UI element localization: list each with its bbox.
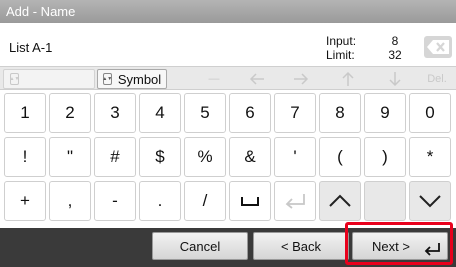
- key-apostrophe[interactable]: ': [274, 137, 316, 177]
- limit-value: 32: [388, 48, 402, 62]
- input-area: List A-1 Input: 8 Limit: 32: [0, 23, 456, 65]
- key-8[interactable]: 8: [319, 93, 361, 133]
- key-caret-down[interactable]: [409, 181, 451, 221]
- key-percent[interactable]: %: [184, 137, 226, 177]
- key-4[interactable]: 4: [139, 93, 181, 133]
- delete-label: Del.: [427, 73, 447, 85]
- key-left-paren[interactable]: (: [319, 137, 361, 177]
- cursor-up-button[interactable]: [333, 69, 363, 89]
- key-double-quote[interactable]: ": [49, 137, 91, 177]
- input-count-label: Input:: [326, 34, 357, 48]
- dialog-title: Add - Name: [0, 0, 456, 23]
- key-caret-up[interactable]: [319, 181, 361, 221]
- key-3[interactable]: 3: [94, 93, 136, 133]
- backspace-icon: [427, 40, 449, 54]
- character-mode-selector[interactable]: ▲▼: [3, 69, 95, 89]
- symbol-selector[interactable]: ▲▼ Symbol: [97, 69, 167, 89]
- key-exclamation[interactable]: !: [4, 137, 46, 177]
- key-period[interactable]: .: [139, 181, 181, 221]
- key-hash[interactable]: #: [94, 137, 136, 177]
- key-dollar[interactable]: $: [139, 137, 181, 177]
- key-9[interactable]: 9: [364, 93, 406, 133]
- dash-icon: —: [208, 73, 220, 85]
- limit-label: Limit:: [326, 48, 355, 62]
- input-count-value: 8: [391, 34, 399, 48]
- cancel-button[interactable]: Cancel: [152, 232, 248, 260]
- enter-icon: [285, 194, 305, 209]
- key-right-paren[interactable]: ): [364, 137, 406, 177]
- key-enter[interactable]: [274, 181, 316, 221]
- key-minus[interactable]: -: [94, 181, 136, 221]
- chevron-up-icon: [329, 194, 351, 207]
- cursor-left-button[interactable]: [242, 69, 272, 89]
- space-dash-button[interactable]: —: [196, 69, 232, 89]
- key-asterisk[interactable]: *: [409, 137, 451, 177]
- key-6[interactable]: 6: [229, 93, 271, 133]
- backspace-button[interactable]: [424, 36, 452, 58]
- cursor-right-button[interactable]: [286, 69, 316, 89]
- next-highlight-frame: [345, 222, 453, 265]
- chevron-down-icon: [419, 195, 441, 208]
- cursor-down-button[interactable]: [380, 69, 410, 89]
- arrow-left-icon: [249, 73, 264, 85]
- key-1[interactable]: 1: [4, 93, 46, 133]
- key-slash[interactable]: /: [184, 181, 226, 221]
- stepper-icon: ▲▼: [10, 73, 19, 85]
- back-button[interactable]: < Back: [253, 232, 349, 260]
- option-bar: ▲▼ ▲▼ Symbol — Del.: [0, 66, 456, 90]
- key-blank[interactable]: [364, 181, 406, 221]
- key-2[interactable]: 2: [49, 93, 91, 133]
- key-7[interactable]: 7: [274, 93, 316, 133]
- key-comma[interactable]: ,: [49, 181, 91, 221]
- key-ampersand[interactable]: &: [229, 137, 271, 177]
- key-5[interactable]: 5: [184, 93, 226, 133]
- key-0[interactable]: 0: [409, 93, 451, 133]
- space-icon: [241, 197, 259, 206]
- key-space[interactable]: [229, 181, 271, 221]
- arrow-up-icon: [342, 71, 354, 86]
- symbol-label: Symbol: [117, 71, 162, 87]
- name-input-field[interactable]: List A-1: [9, 40, 52, 55]
- stepper-icon: ▲▼: [102, 73, 112, 85]
- arrow-down-icon: [389, 72, 401, 87]
- arrow-right-icon: [294, 73, 309, 85]
- key-plus[interactable]: +: [4, 181, 46, 221]
- delete-button[interactable]: Del.: [420, 69, 454, 89]
